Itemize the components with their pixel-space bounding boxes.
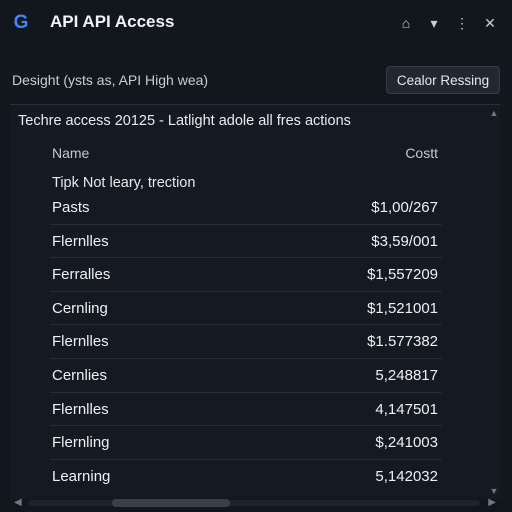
row-cost: $1,557209 (367, 266, 438, 284)
close-icon[interactable]: ✕ (478, 12, 502, 34)
more-options-icon[interactable]: ⋮ (450, 12, 474, 34)
table-row[interactable]: Flernlles $1.577382 (50, 325, 442, 359)
app-logo-icon: G (13, 12, 29, 33)
row-name: Flernlles (52, 333, 109, 351)
row-cost: $1,521001 (367, 299, 438, 317)
vertical-scrollbar[interactable]: ▲ ▼ (488, 105, 500, 499)
row-name: Flernlles (52, 400, 109, 418)
row-cost: $1,00/267 (371, 199, 438, 216)
tip-text: Tipk Not leary, trection (52, 175, 196, 191)
home-icon[interactable]: ⌂ (394, 12, 418, 34)
table-row[interactable]: Pasts $1,00/267 (50, 191, 442, 225)
table-row[interactable]: Cernlies 5,248817 (50, 359, 442, 393)
table-row[interactable]: Ferralles $1,557209 (50, 258, 442, 292)
table-header: Name Costt (50, 143, 442, 163)
row-cost: $1.577382 (367, 333, 438, 351)
row-cost: 5,142032 (375, 467, 438, 485)
window-controls: ⌂ ▾ ⋮ ✕ (394, 12, 502, 34)
scroll-left-icon[interactable]: ◀ (14, 497, 22, 508)
title-bar: G API API Access ⌂ ▾ ⋮ ✕ (0, 0, 512, 46)
scrollbar-track[interactable] (28, 500, 480, 506)
panel-caption: Techre access 20125 - Latlight adole all… (18, 113, 351, 129)
column-header-name[interactable]: Name (52, 145, 89, 161)
window-title: API API Access (50, 12, 175, 31)
table-row[interactable]: Cernling $1,521001 (50, 292, 442, 326)
row-name: Cernlies (52, 366, 108, 384)
row-cost: 4,147501 (375, 400, 438, 418)
row-name: Pasts (52, 199, 90, 216)
row-name: Ferralles (52, 266, 111, 284)
column-header-cost[interactable]: Costt (405, 145, 438, 161)
scroll-right-icon[interactable]: ▶ (488, 497, 496, 508)
row-name: Flernlles (52, 232, 109, 250)
scrollbar-thumb[interactable] (112, 499, 230, 507)
toolbar-action-button[interactable]: Cealor Ressing (386, 66, 500, 94)
table-row[interactable]: Learning 5,142032 (50, 460, 442, 494)
table-body: Pasts $1,00/267 Flernlles $3,59/001 Ferr… (50, 191, 442, 493)
access-table-panel: Techre access 20125 - Latlight adole all… (10, 104, 500, 499)
table-row[interactable]: Flernlles $3,59/001 (50, 225, 442, 259)
table-row[interactable]: Flernling $,241003 (50, 426, 442, 460)
row-name: Learning (52, 467, 111, 485)
scroll-up-icon[interactable]: ▲ (488, 107, 500, 119)
chevron-down-icon[interactable]: ▾ (422, 12, 446, 34)
row-cost: $,241003 (375, 434, 438, 452)
row-cost: $3,59/001 (371, 232, 438, 250)
toolbar-description: Desight (ysts as, API High wea) (12, 72, 209, 88)
horizontal-scrollbar[interactable]: ◀ ▶ (10, 496, 500, 510)
row-name: Flernling (52, 434, 110, 452)
row-cost: 5,248817 (375, 366, 438, 384)
row-name: Cernling (52, 299, 108, 317)
table-row[interactable]: Flernlles 4,147501 (50, 393, 442, 427)
toolbar: Desight (ysts as, API High wea) Cealor R… (0, 60, 512, 100)
